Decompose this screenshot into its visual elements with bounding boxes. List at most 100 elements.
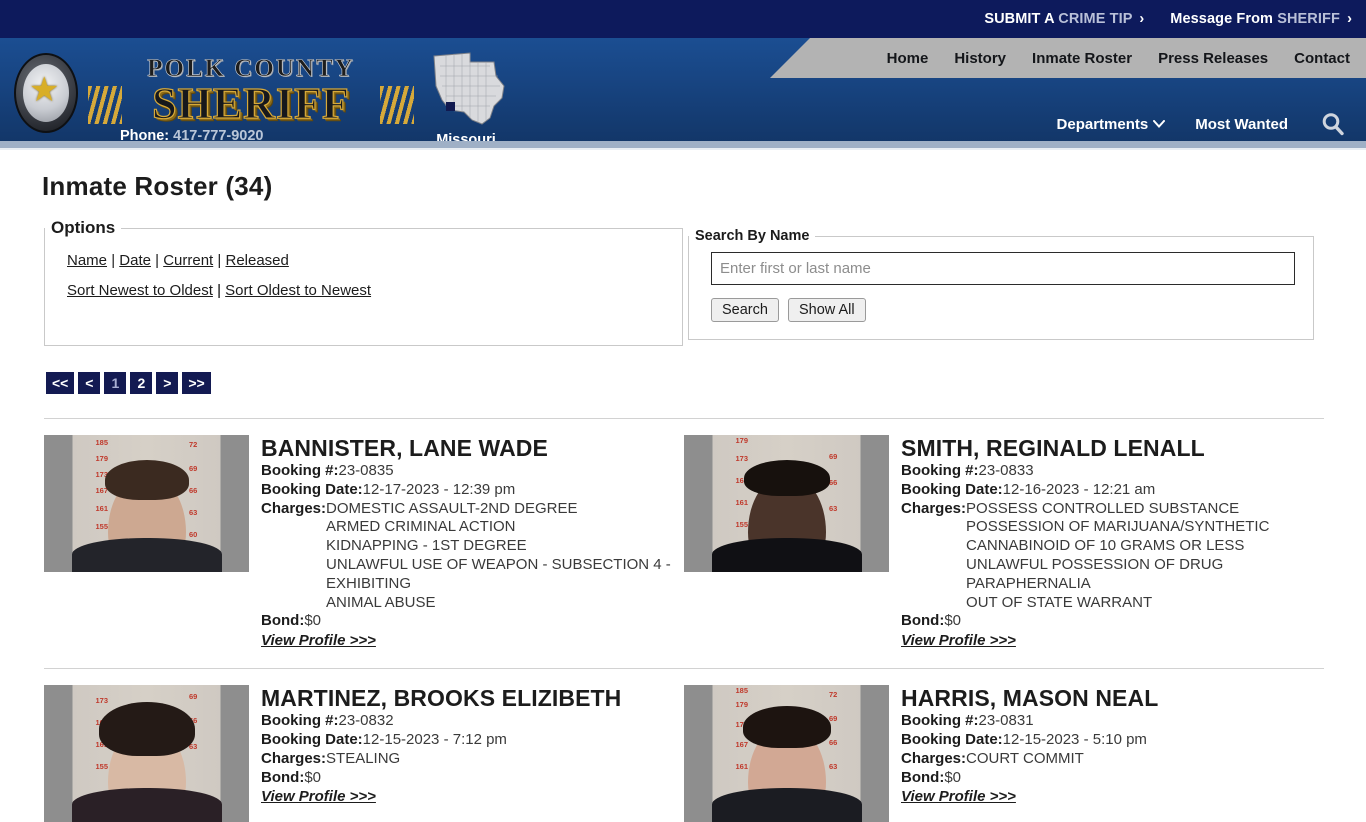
charge-item: COURT COMMIT: [966, 749, 1084, 767]
booking-date-value: 12-16-2023 - 12:21 am: [1002, 480, 1156, 498]
mugshot-hair: [742, 706, 831, 749]
filter-link-current[interactable]: Current: [163, 252, 213, 269]
options-legend: Options: [51, 218, 116, 237]
submit-crime-tip-link[interactable]: SUBMIT A CRIME TIP ›: [984, 11, 1144, 27]
bond-line: Bond:$0: [901, 612, 1324, 631]
message-from-sheriff-link[interactable]: Message From SHERIFF ›: [1170, 11, 1352, 27]
bond-label: Bond:: [901, 612, 945, 630]
list-item: 185 179 173 167 161 155 149 72 69 66 63 …: [44, 435, 684, 650]
search-button-row: Search Show All: [711, 298, 1313, 322]
booking-number-value: 23-0831: [978, 712, 1034, 730]
show-all-button[interactable]: Show All: [787, 298, 866, 322]
charge-item: DOMESTIC ASSAULT-2ND DEGREE: [326, 499, 578, 517]
options-separator: |: [217, 282, 221, 299]
bond-line: Bond:$0: [261, 612, 684, 631]
charge-item: STEALING: [326, 749, 401, 767]
inmate-roster-list: 185 179 173 167 161 155 149 72 69 66 63 …: [44, 418, 1324, 822]
filter-link-released[interactable]: Released: [225, 252, 288, 269]
filter-link-name[interactable]: Name: [67, 252, 107, 269]
inmate-info: SMITH, REGINALD LENALL Booking #:23-0833…: [901, 435, 1324, 650]
charges-list: DOMESTIC ASSAULT-2ND DEGREE ARMED CRIMIN…: [326, 500, 684, 613]
submit-crime-tip-soft: CRIME TIP: [1058, 11, 1133, 27]
booking-number-line: Booking #:23-0832: [261, 712, 684, 731]
inmate-info: HARRIS, MASON NEAL Booking #:23-0831 Boo…: [901, 685, 1324, 822]
booking-number-line: Booking #:23-0835: [261, 462, 684, 481]
options-separator: |: [155, 252, 160, 269]
charges-label: Charges:: [261, 499, 327, 517]
sort-oldest-to-newest-link[interactable]: Sort Oldest to Newest: [225, 282, 371, 299]
nav-item-contact[interactable]: Contact: [1294, 50, 1350, 67]
pagination-prev[interactable]: <: [78, 372, 101, 394]
charge-item: OUT OF STATE WARRANT: [966, 593, 1153, 611]
booking-number-line: Booking #:23-0833: [901, 462, 1324, 481]
charges-list: STEALING: [326, 750, 684, 769]
top-utility-bar: SUBMIT A CRIME TIP › Message From SHERIF…: [0, 0, 1366, 38]
search-button[interactable]: Search: [711, 298, 779, 322]
booking-date-line: Booking Date:12-15-2023 - 7:12 pm: [261, 731, 684, 750]
submit-crime-tip-strong: SUBMIT A: [984, 11, 1055, 27]
table-row: 173 167 161 155 69 66 63 MARTINEZ,: [44, 668, 1324, 822]
booking-number-label: Booking #:: [901, 462, 979, 479]
booking-number-label: Booking #:: [901, 712, 979, 730]
charge-item: UNLAWFUL USE OF WEAPON - SUBSECTION 4 - …: [326, 555, 671, 592]
pagination-page-2[interactable]: 2: [130, 372, 153, 394]
bond-value: $0: [304, 612, 322, 630]
mugshot-hair: [743, 460, 830, 496]
charges-line: Charges: DOMESTIC ASSAULT-2ND DEGREE ARM…: [261, 500, 684, 613]
mugshot-clothing: [71, 538, 222, 572]
charge-item: ANIMAL ABUSE: [326, 593, 436, 611]
pagination-next[interactable]: >: [156, 372, 179, 394]
mugshot-clothing: [711, 538, 862, 572]
bond-value: $0: [944, 768, 962, 786]
nav-item-inmate-roster[interactable]: Inmate Roster: [1032, 50, 1132, 67]
chevron-right-icon: ›: [1347, 11, 1352, 27]
booking-date-line: Booking Date:12-15-2023 - 5:10 pm: [901, 731, 1324, 750]
booking-number-value: 23-0833: [978, 462, 1034, 479]
inmate-info: BANNISTER, LANE WADE Booking #:23-0835 B…: [261, 435, 684, 650]
chevron-down-icon: [1153, 117, 1166, 131]
view-profile-link[interactable]: View Profile >>>: [261, 632, 376, 649]
charges-list: POSSESS CONTROLLED SUBSTANCE POSSESSION …: [966, 500, 1324, 613]
page-title: Inmate Roster (34): [42, 171, 273, 201]
inmate-name: HARRIS, MASON NEAL: [901, 685, 1159, 712]
page-content: Inmate Roster (34) Options Name | Date |…: [0, 150, 1366, 822]
charge-item: POSSESS CONTROLLED SUBSTANCE: [966, 499, 1240, 517]
search-icon[interactable]: [1318, 109, 1348, 139]
pagination-page-1[interactable]: 1: [104, 372, 127, 394]
bond-label: Bond:: [261, 612, 305, 630]
mugshot-clothing: [71, 788, 222, 822]
view-profile-link[interactable]: View Profile >>>: [901, 788, 1016, 805]
nav-item-press-releases[interactable]: Press Releases: [1158, 50, 1268, 67]
inmate-name: BANNISTER, LANE WADE: [261, 435, 548, 461]
view-profile-link[interactable]: View Profile >>>: [901, 632, 1016, 649]
mugshot-clothing: [711, 788, 862, 822]
mugshot-photo: 179 173 167 161 155 69 66 63: [684, 435, 889, 572]
search-legend: Search By Name: [695, 228, 810, 244]
filter-link-date[interactable]: Date: [119, 252, 151, 269]
mugshot-hair: [98, 702, 195, 757]
nav-item-history[interactable]: History: [954, 50, 1006, 67]
list-item: 179 173 167 161 155 69 66 63 SMITH, REGI…: [684, 435, 1324, 650]
sort-newest-to-oldest-link[interactable]: Sort Newest to Oldest: [67, 282, 213, 299]
view-profile-link[interactable]: View Profile >>>: [261, 788, 376, 805]
options-separator: |: [217, 252, 222, 269]
bond-value: $0: [944, 612, 962, 630]
charges-line: Charges: STEALING: [261, 750, 684, 769]
charge-item: KIDNAPPING - 1ST DEGREE: [326, 537, 527, 555]
options-sort-row: Sort Newest to Oldest | Sort Oldest to N…: [67, 282, 682, 299]
nav-item-home[interactable]: Home: [887, 50, 929, 67]
booking-date-label: Booking Date:: [901, 730, 1003, 748]
primary-nav: Home History Inmate Roster Press Release…: [770, 38, 1366, 78]
search-input[interactable]: [711, 252, 1295, 285]
nav-item-departments[interactable]: Departments: [1057, 116, 1166, 133]
inmate-name: MARTINEZ, BROOKS ELIZIBETH: [261, 685, 622, 712]
booking-date-value: 12-17-2023 - 12:39 pm: [362, 480, 516, 498]
booking-number-value: 23-0835: [338, 462, 394, 479]
booking-date-label: Booking Date:: [901, 480, 1003, 498]
pagination-first[interactable]: <<: [46, 372, 75, 394]
nav-item-most-wanted[interactable]: Most Wanted: [1195, 116, 1288, 133]
booking-date-value: 12-15-2023 - 5:10 pm: [1002, 730, 1147, 748]
charges-label: Charges:: [261, 749, 327, 767]
booking-date-value: 12-15-2023 - 7:12 pm: [362, 730, 507, 748]
pagination-last[interactable]: >>: [182, 372, 211, 394]
